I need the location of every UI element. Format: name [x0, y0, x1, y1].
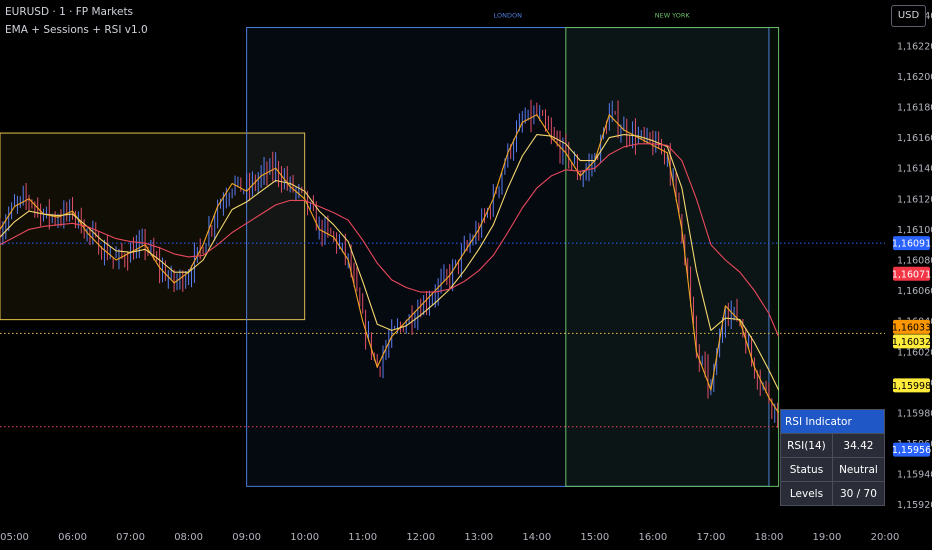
chart-stage: LONDONNEW YORK 1,159201,159401,159601,15… [0, 0, 932, 550]
x-tick-label: 18:00 [755, 532, 784, 543]
y-tick-label: 1,16180 [897, 103, 932, 114]
x-tick-label: 12:00 [406, 532, 435, 543]
x-tick-label: 16:00 [638, 532, 667, 543]
levels-value: 30 / 70 [831, 481, 886, 506]
x-tick-label: 10:00 [290, 532, 319, 543]
x-tick-label: 20:00 [871, 532, 900, 543]
y-tick-label: 1,15980 [897, 408, 932, 419]
rsi-value: 34.42 [831, 433, 886, 458]
levels-label: Levels [780, 481, 833, 506]
price-tag-label: 1,15956 [892, 445, 931, 456]
symbol-title: EURUSD · 1 · FP Markets [5, 6, 134, 18]
y-tick-label: 1,16120 [897, 194, 932, 205]
y-tick-label: 1,16020 [897, 347, 932, 358]
currency-button[interactable]: USD [891, 5, 926, 27]
y-tick-label: 1,16220 [897, 41, 932, 52]
price-tag-label: 1,16032 [892, 337, 931, 348]
x-tick-label: 14:00 [522, 532, 551, 543]
status-value: Neutral [831, 457, 886, 482]
indicator-title: EMA + Sessions + RSI v1.0 [5, 24, 148, 36]
y-tick-label: 1,16080 [897, 256, 932, 267]
status-label: Status [780, 457, 833, 482]
x-tick-label: 08:00 [174, 532, 203, 543]
x-tick-label: 19:00 [813, 532, 842, 543]
session-label: NEW YORK [655, 12, 691, 20]
x-tick-label: 09:00 [232, 532, 261, 543]
y-tick-label: 1,16160 [897, 133, 932, 144]
x-tick-label: 07:00 [116, 532, 145, 543]
price-tag-label: 1,16091 [892, 239, 931, 250]
price-tag-label: 1,16071 [892, 269, 931, 280]
rsi-table-title: RSI Indicator [780, 409, 885, 434]
y-tick-label: 1,15920 [897, 500, 932, 511]
price-tag-label: 1,15998 [892, 381, 931, 392]
x-tick-label: 17:00 [696, 532, 725, 543]
rsi-table: RSI Indicator RSI(14) 34.42 Status Neutr… [780, 409, 886, 506]
session-box [565, 27, 780, 487]
x-tick-label: 15:00 [580, 532, 609, 543]
x-tick-label: 11:00 [348, 532, 377, 543]
x-tick-label: 13:00 [464, 532, 493, 543]
y-tick-label: 1,15940 [897, 470, 932, 481]
rsi-label: RSI(14) [780, 433, 833, 458]
session-label: LONDON [494, 12, 522, 20]
y-tick-label: 1,16140 [897, 164, 932, 175]
y-tick-label: 1,16100 [897, 225, 932, 236]
y-tick-label: 1,16060 [897, 286, 932, 297]
y-tick-label: 1,16200 [897, 72, 932, 83]
x-tick-label: 06:00 [58, 532, 87, 543]
x-tick-label: 05:00 [0, 532, 29, 543]
price-tag-label: 1,16033 [892, 322, 931, 333]
